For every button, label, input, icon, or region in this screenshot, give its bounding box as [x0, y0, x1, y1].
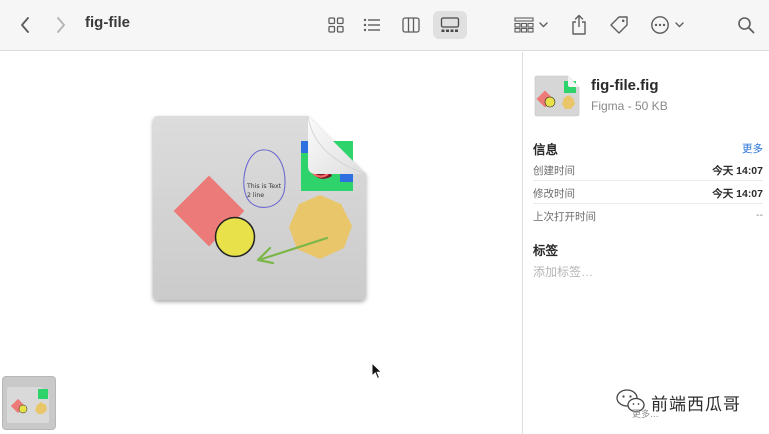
column-view-button[interactable]	[397, 12, 425, 38]
thumbnail-preview-icon	[7, 387, 49, 423]
forward-button[interactable]	[50, 13, 72, 37]
icon-view-button[interactable]	[322, 12, 350, 38]
gallery-thumbnail-selected[interactable]	[2, 376, 56, 430]
file-kind-size: Figma - 50 KB	[591, 99, 668, 113]
info-row-created: 创建时间 今天 14:07	[533, 158, 763, 181]
info-row-modified: 修改时间 今天 14:07	[533, 181, 763, 204]
doc-text-line1: This is Text	[246, 183, 282, 190]
info-panel: fig-file.fig Figma - 50 KB 信息 更多 创建时间 今天…	[523, 52, 769, 434]
gallery-icon	[440, 17, 460, 32]
chevron-left-icon	[21, 17, 29, 33]
info-row-key: 上次打开时间	[533, 211, 596, 223]
share-button[interactable]	[566, 11, 592, 39]
share-icon	[572, 14, 586, 35]
gallery-view-button[interactable]	[433, 11, 467, 39]
info-row-key: 修改时间	[533, 188, 575, 200]
doc-text-line2: 2 line	[247, 192, 264, 199]
group-grid-icon	[514, 17, 548, 33]
toolbar: fig-file	[0, 0, 769, 51]
search-icon	[738, 17, 755, 34]
info-row-value: --	[756, 209, 763, 221]
tag-icon	[610, 16, 628, 34]
file-name: fig-file.fig	[591, 77, 659, 94]
search-button[interactable]	[733, 12, 759, 38]
action-menu-button[interactable]	[648, 12, 688, 38]
ellipsis-circle-icon	[651, 16, 684, 34]
list-view-button[interactable]	[358, 12, 386, 38]
mouse-cursor-icon	[371, 362, 383, 380]
figma-document-icon[interactable]: This is Text 2 line	[0, 52, 522, 434]
info-row-last-opened: 上次打开时间 --	[533, 204, 763, 227]
group-by-button[interactable]	[511, 12, 551, 38]
circle-shape	[214, 216, 256, 258]
page-curl	[308, 116, 366, 174]
info-row-value: 今天 14:07	[712, 165, 763, 177]
window-title: fig-file	[85, 14, 130, 31]
icon-grid-icon	[328, 17, 344, 33]
file-thumbnail-icon	[534, 75, 580, 117]
back-button[interactable]	[14, 13, 36, 37]
info-row-value: 今天 14:07	[712, 188, 763, 200]
watermark: 前端西瓜哥 更多...	[615, 385, 765, 425]
info-section-title: 信息	[533, 143, 559, 157]
add-tags-field[interactable]: 添加标签…	[533, 263, 593, 280]
watermark-subtext: 更多...	[632, 410, 659, 420]
gallery-preview-area[interactable]: This is Text 2 line	[0, 52, 522, 434]
info-row-key: 创建时间	[533, 165, 575, 177]
list-icon	[363, 18, 380, 32]
tag-button[interactable]	[606, 12, 632, 38]
tags-section-title: 标签	[533, 244, 559, 258]
columns-icon	[402, 17, 420, 33]
more-link[interactable]: 更多	[742, 141, 763, 156]
watermark-text: 前端西瓜哥	[651, 395, 741, 415]
chevron-right-icon	[57, 17, 65, 33]
